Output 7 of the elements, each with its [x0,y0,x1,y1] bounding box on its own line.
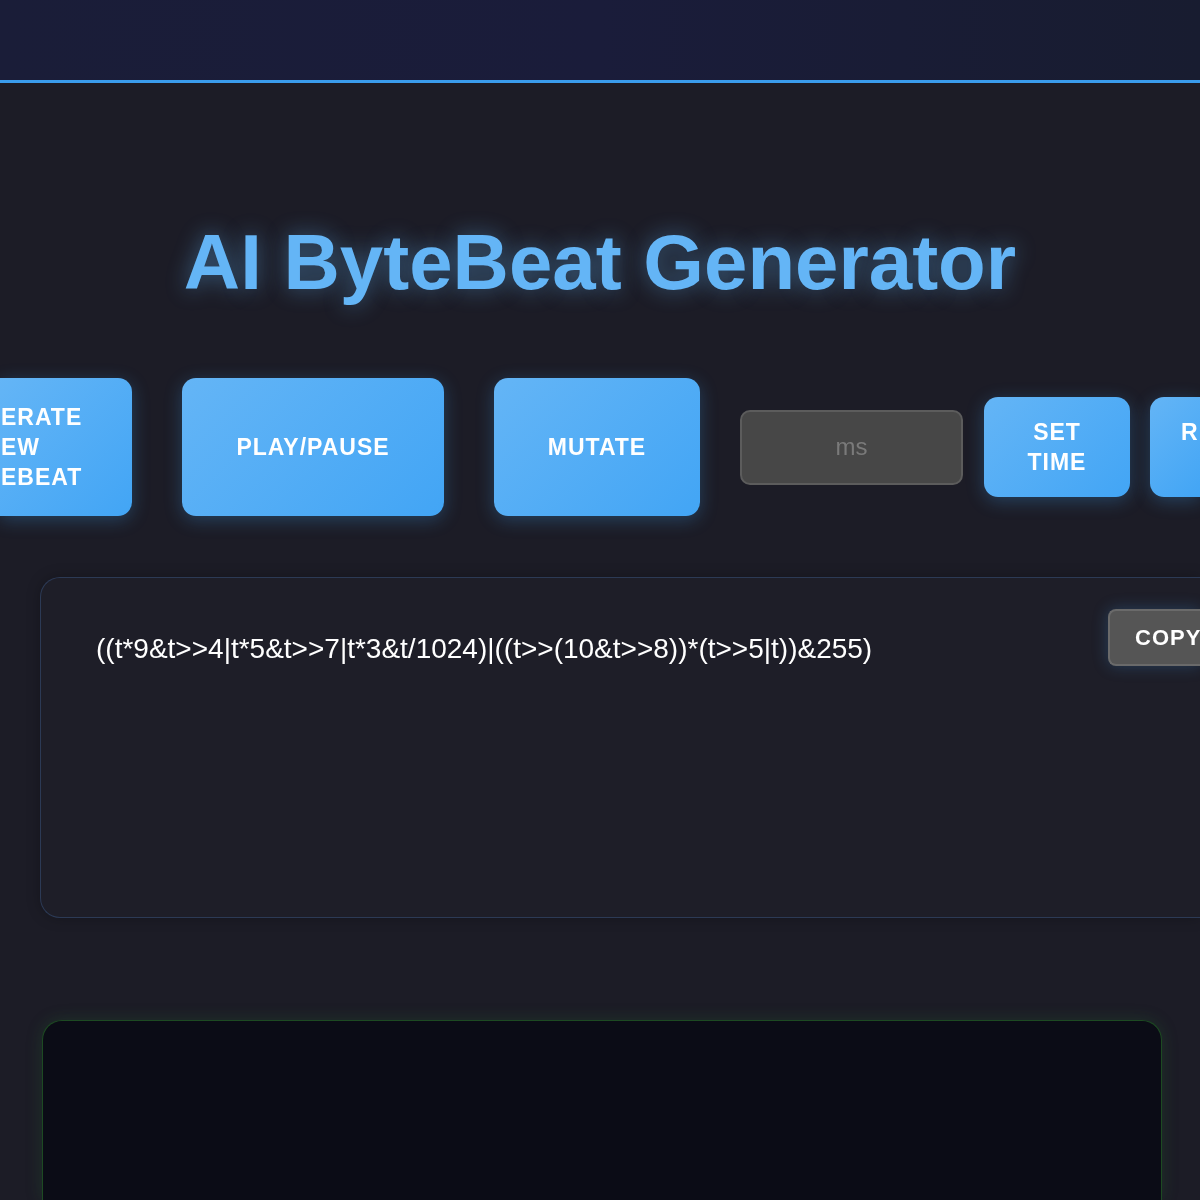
formula-text: ((t*9&t>>4|t*5&t>>7|t*3&t/1024)|((t>>(10&t>>8))*(t>>5|t))&255) [96,634,873,664]
page-title: AI ByteBeat Generator [183,217,1017,307]
action-button[interactable]: PLAY/PAUSE [182,378,444,516]
action-button[interactable]: ERATE EW EBEAT [0,378,132,516]
action-button[interactable]: R [1150,397,1200,497]
action-button[interactable]: SET TIME [984,397,1130,497]
action-button[interactable]: MUTATE [494,378,700,516]
